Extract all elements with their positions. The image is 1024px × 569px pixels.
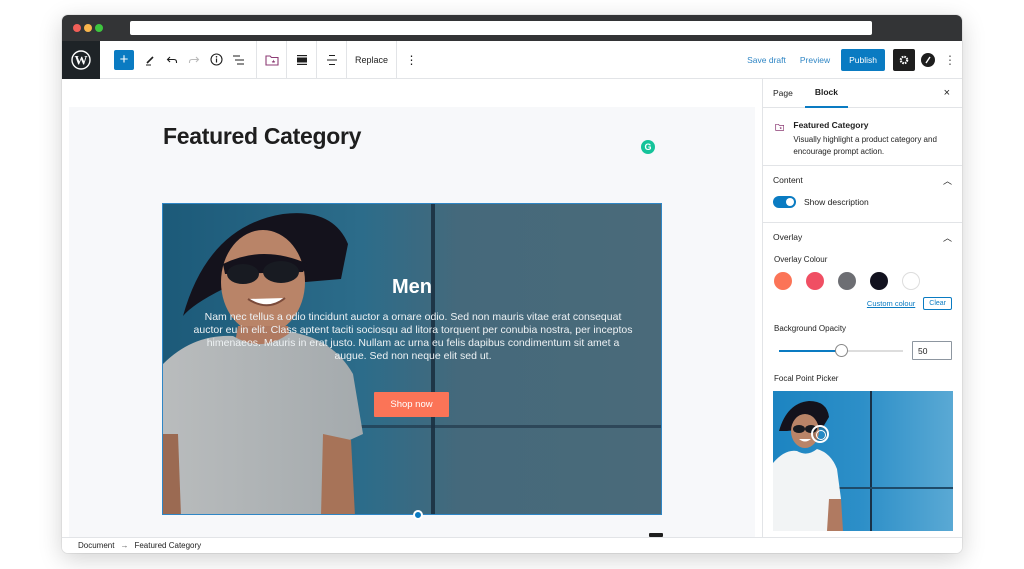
overlay-panel: Overlay ︿ Overlay Colour Custom colour C…	[763, 223, 962, 531]
breadcrumb-document[interactable]: Document	[78, 541, 114, 550]
close-icon[interactable]: ×	[944, 87, 950, 99]
opacity-slider-fill	[779, 349, 841, 352]
show-description-row: Show description	[773, 194, 952, 222]
address-bar[interactable]	[130, 21, 872, 35]
replace-button[interactable]: Replace	[346, 40, 396, 79]
background-wall-seam	[870, 391, 872, 531]
breadcrumb-featured-category[interactable]: Featured Category	[134, 541, 201, 550]
close-window-button[interactable]	[73, 24, 81, 32]
shop-now-button[interactable]: Shop now	[374, 392, 449, 417]
folder-star-icon	[775, 123, 785, 131]
add-block-button[interactable]: +	[114, 49, 134, 70]
settings-button[interactable]	[893, 48, 915, 71]
focal-point-handle[interactable]	[811, 425, 829, 443]
settings-sidebar: Page Block × Featured Category Visually …	[762, 79, 962, 537]
editor-content-area: Featured Category G Men Nam nec tellus a…	[69, 107, 755, 537]
tab-block[interactable]: Block	[804, 79, 849, 108]
list-view-icon[interactable]	[228, 50, 248, 70]
toolbar-right-group: Save draft Preview Publish ⋮	[740, 41, 962, 79]
overlay-colour-label: Overlay Colour	[774, 255, 828, 264]
focal-point-picker[interactable]	[773, 391, 953, 531]
info-icon[interactable]	[206, 50, 226, 70]
options-menu-button[interactable]: ⋮	[942, 53, 962, 67]
toolbar-left-group: +	[100, 41, 256, 79]
content-panel: Content ︿ Show description	[763, 166, 962, 223]
focal-point-label: Focal Point Picker	[774, 374, 839, 383]
category-overlay: Men Nam nec tellus a odio tincidunt auct…	[163, 204, 661, 514]
chevron-up-icon: ︿	[942, 232, 952, 243]
colour-actions: Custom colour Clear	[773, 297, 952, 310]
jetpack-button[interactable]	[921, 52, 935, 67]
featured-category-block[interactable]: Men Nam nec tellus a odio tincidunt auct…	[162, 203, 662, 515]
editor-toolbar: W + Replace ⋮ Save draft Preview Publish	[62, 40, 962, 79]
editor-canvas: Featured Category G Men Nam nec tellus a…	[62, 79, 762, 537]
folder-star-icon	[264, 54, 279, 66]
category-title[interactable]: Men	[163, 276, 661, 299]
featured-category-block-button[interactable]	[256, 40, 286, 79]
arrow-right-icon: →	[120, 541, 129, 550]
minimize-window-button[interactable]	[84, 24, 92, 32]
save-draft-button[interactable]: Save draft	[740, 55, 793, 65]
colour-swatch[interactable]	[774, 272, 792, 290]
custom-colour-link[interactable]: Custom colour	[867, 299, 915, 308]
opacity-number-input[interactable]: 50	[912, 341, 952, 360]
opacity-slider-thumb[interactable]	[835, 343, 848, 357]
preview-button[interactable]: Preview	[793, 55, 837, 65]
block-card: Featured Category Visually highlight a p…	[763, 108, 962, 166]
content-panel-title: Content	[773, 175, 803, 185]
wordpress-logo-button[interactable]: W	[62, 40, 100, 79]
browser-window: W + Replace ⋮ Save draft Preview Publish	[62, 15, 962, 553]
content-position-button[interactable]	[316, 40, 346, 79]
page-title[interactable]: Featured Category	[163, 123, 361, 150]
sidebar-tabs: Page Block ×	[763, 79, 962, 108]
kebab-icon: ⋮	[405, 52, 418, 67]
content-panel-header[interactable]: Content ︿	[773, 166, 952, 194]
block-card-description: Visually highlight a product category an…	[793, 135, 937, 156]
chevron-up-icon: ︿	[942, 175, 952, 186]
align-button[interactable]	[286, 40, 316, 79]
block-card-title: Featured Category	[793, 120, 869, 130]
colour-swatch[interactable]	[806, 272, 824, 290]
background-opacity-label: Background Opacity	[774, 324, 847, 333]
colour-swatch[interactable]	[870, 272, 888, 290]
focal-image-person	[773, 401, 843, 531]
show-description-toggle[interactable]	[773, 196, 796, 208]
tab-page[interactable]: Page	[763, 79, 803, 108]
gear-icon	[899, 55, 909, 64]
publish-button[interactable]: Publish	[841, 48, 885, 71]
colour-palette	[773, 272, 952, 290]
overlay-panel-header[interactable]: Overlay ︿	[773, 223, 952, 251]
wordpress-icon: W	[71, 49, 91, 70]
undo-icon[interactable]	[162, 50, 182, 70]
breadcrumb: Document → Featured Category	[62, 537, 962, 553]
svg-text:W: W	[75, 52, 88, 67]
align-wide-icon	[296, 54, 307, 65]
category-description[interactable]: Nam nec tellus a odio tincidunt auctor a…	[193, 311, 633, 363]
maximize-window-button[interactable]	[95, 24, 103, 32]
content-position-icon	[326, 54, 337, 65]
redo-icon[interactable]	[184, 50, 204, 70]
resize-handle[interactable]	[413, 510, 423, 520]
background-opacity-control: 50	[773, 341, 952, 360]
colour-swatch[interactable]	[902, 272, 920, 290]
grammarly-icon[interactable]: G	[641, 140, 655, 154]
opacity-slider[interactable]	[779, 343, 903, 357]
edit-icon[interactable]	[140, 50, 160, 70]
more-options-button[interactable]: ⋮	[396, 40, 426, 79]
clear-colour-button[interactable]: Clear	[923, 297, 952, 310]
browser-chrome	[62, 15, 962, 41]
show-description-label: Show description	[804, 197, 869, 207]
jetpack-icon	[925, 56, 931, 63]
overlay-panel-title: Overlay	[773, 232, 803, 242]
colour-swatch[interactable]	[838, 272, 856, 290]
